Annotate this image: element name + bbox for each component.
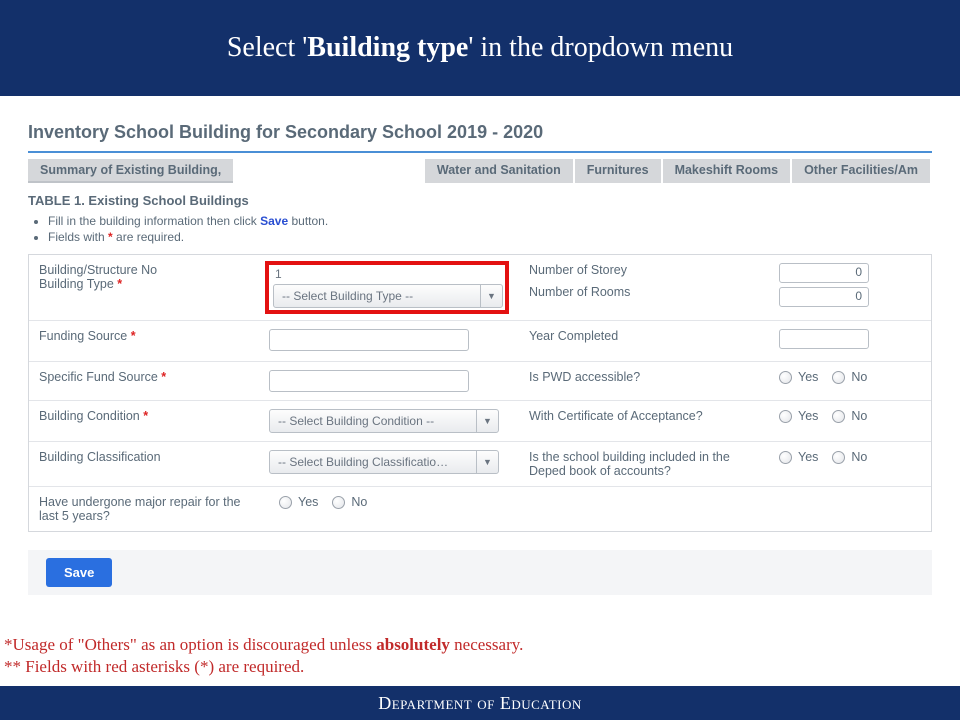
label-building-type: Building Type [39,277,117,291]
dropdown-building-type-text: -- Select Building Type -- [274,289,480,303]
radio-cert: Yes No [779,409,909,423]
row1-right-inputs: 0 0 [769,255,919,319]
label-number-rooms: Number of Rooms [529,285,759,299]
radio-repair: Yes No [269,495,509,509]
form-grid: Building/Structure No Building Type * 1 … [28,254,932,532]
chevron-down-icon: ▼ [480,285,502,307]
instructions-list: Fill in the building information then cl… [28,214,932,244]
banner-post: ' in the dropdown menu [468,32,733,63]
row1-right-labels: Number of Storey Number of Rooms [519,255,769,307]
label-structure-no: Building/Structure No [39,263,249,277]
radio-deped-yes[interactable] [779,451,792,464]
value-structure-no: 1 [273,267,501,284]
label-funding-source: Funding Source [39,329,131,343]
banner-bold: Building type [307,32,468,63]
footer-text: Department of Education [378,693,582,714]
dropdown-building-classification[interactable]: -- Select Building Classificatio… ▼ [269,450,499,474]
tab-furnitures[interactable]: Furnitures [575,159,661,183]
footer-bar: Department of Education [0,686,960,720]
dropdown-building-condition[interactable]: -- Select Building Condition -- ▼ [269,409,499,433]
input-specific-fund[interactable] [269,370,469,392]
tab-summary[interactable]: Summary of Existing Building, [28,159,233,183]
tab-strip: Summary of Existing Building, Water and … [28,159,932,183]
banner-pre: Select ' [227,32,307,63]
input-number-storey[interactable]: 0 [779,263,869,283]
save-bar: Save [28,550,932,595]
label-certificate-acceptance: With Certificate of Acceptance? [519,401,769,431]
chevron-down-icon: ▼ [476,410,498,432]
label-pwd-accessible: Is PWD accessible? [519,362,769,392]
radio-deped: Yes No [779,450,909,464]
input-year-completed[interactable] [779,329,869,349]
label-major-repair: Have undergone major repair for the last… [29,487,259,531]
label-deped-book: Is the school building included in the D… [519,442,769,486]
table-title: TABLE 1. Existing School Buildings [28,193,932,208]
instruction-1: Fill in the building information then cl… [48,214,932,228]
radio-pwd-no[interactable] [832,371,845,384]
save-button[interactable]: Save [46,558,112,587]
label-building-condition: Building Condition [39,409,143,423]
label-building-classification: Building Classification [29,442,259,472]
dropdown-building-type[interactable]: -- Select Building Type -- ▼ [273,284,503,308]
page-title: Inventory School Building for Secondary … [28,104,932,151]
radio-pwd-yes[interactable] [779,371,792,384]
instruction-banner: Select 'Building type' in the dropdown m… [0,0,960,96]
radio-repair-yes[interactable] [279,496,292,509]
chevron-down-icon: ▼ [476,451,498,473]
tab-other-facilities[interactable]: Other Facilities/Am [792,159,930,183]
input-number-rooms[interactable]: 0 [779,287,869,307]
save-word: Save [260,214,288,228]
footnotes: *Usage of "Others" as an option is disco… [4,634,523,678]
title-underline [28,151,932,153]
radio-cert-yes[interactable] [779,410,792,423]
tab-makeshift-rooms[interactable]: Makeshift Rooms [663,159,791,183]
radio-repair-no[interactable] [332,496,345,509]
tab-water-sanitation[interactable]: Water and Sanitation [425,159,573,183]
label-number-storey: Number of Storey [529,263,759,277]
highlight-building-type: 1 -- Select Building Type -- ▼ [265,261,509,314]
radio-cert-no[interactable] [832,410,845,423]
row1-left-inputs: 1 -- Select Building Type -- ▼ [259,255,519,320]
instruction-2: Fields with * are required. [48,230,932,244]
label-year-completed: Year Completed [519,321,769,351]
label-specific-fund: Specific Fund Source [39,370,161,384]
row1-left-labels: Building/Structure No Building Type * [29,255,259,299]
radio-deped-no[interactable] [832,451,845,464]
input-funding-source[interactable] [269,329,469,351]
radio-pwd: Yes No [779,370,909,384]
